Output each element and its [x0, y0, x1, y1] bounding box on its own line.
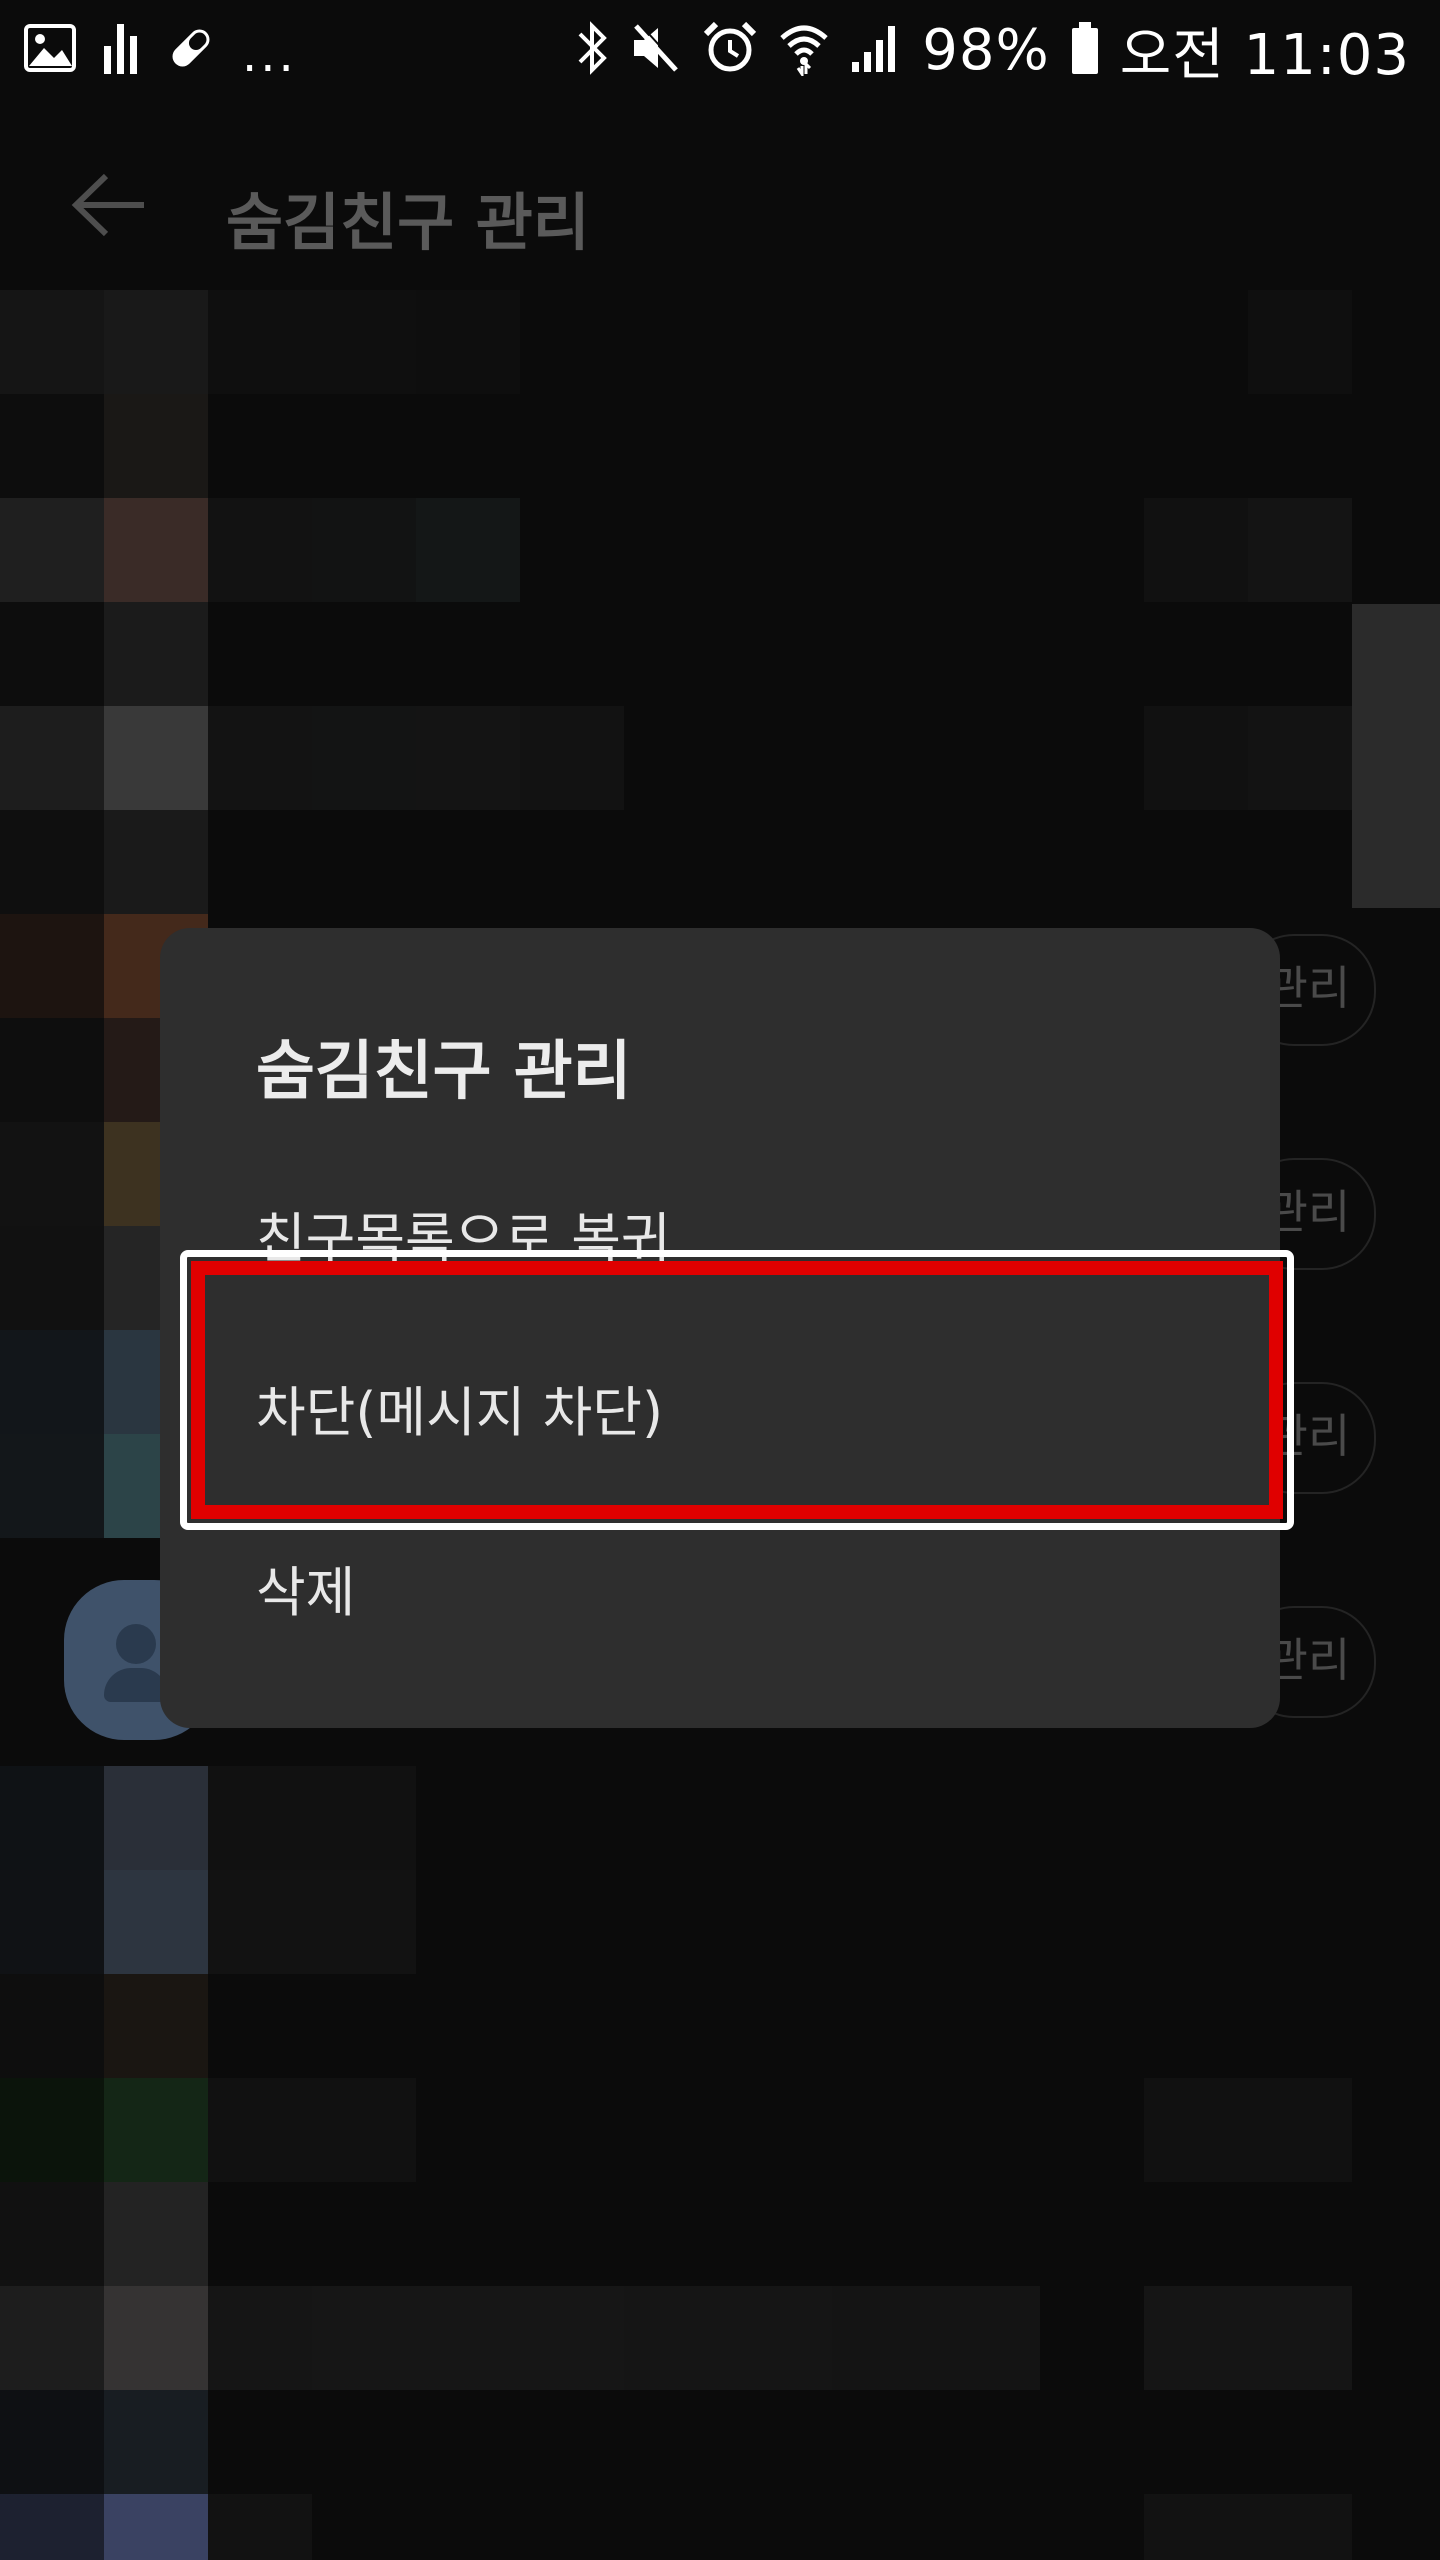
equalizer-icon — [102, 20, 140, 80]
alarm-icon — [702, 20, 758, 80]
battery-percent: 98% — [922, 17, 1050, 83]
dialog-title: 숨김친구 관리 — [256, 1035, 632, 1109]
highlight-red-border — [191, 1261, 1283, 1519]
avatar-body-icon — [104, 1668, 168, 1702]
gallery-icon — [24, 24, 76, 76]
clock: 오전 11:03 — [1119, 22, 1410, 88]
delete-option[interactable]: 삭제 — [256, 1548, 355, 1627]
page-title: 숨김친구 관리 — [226, 186, 590, 259]
status-bar: ... 98% 오전 11:03 — [0, 0, 1440, 100]
screen: ... 98% 오전 11:03 숨김친구 관리 관리 관리 관리 관리 숨김친… — [0, 0, 1440, 2560]
back-arrow-icon[interactable] — [70, 170, 150, 240]
highlight-box — [180, 1250, 1294, 1530]
battery-icon — [1070, 20, 1100, 80]
status-left-icons: ... — [24, 18, 297, 82]
bluetooth-icon — [574, 18, 610, 82]
status-right-icons: 98% 오전 11:03 — [574, 14, 1410, 88]
more-notifications-indicator: ... — [242, 27, 297, 83]
avatar-head-icon — [116, 1624, 156, 1664]
scrollbar[interactable] — [1352, 604, 1440, 908]
mute-icon — [630, 20, 682, 80]
app-header: 숨김친구 관리 — [0, 100, 1440, 290]
wifi-icon — [778, 20, 830, 80]
pill-icon — [166, 23, 216, 77]
signal-icon — [850, 22, 902, 78]
